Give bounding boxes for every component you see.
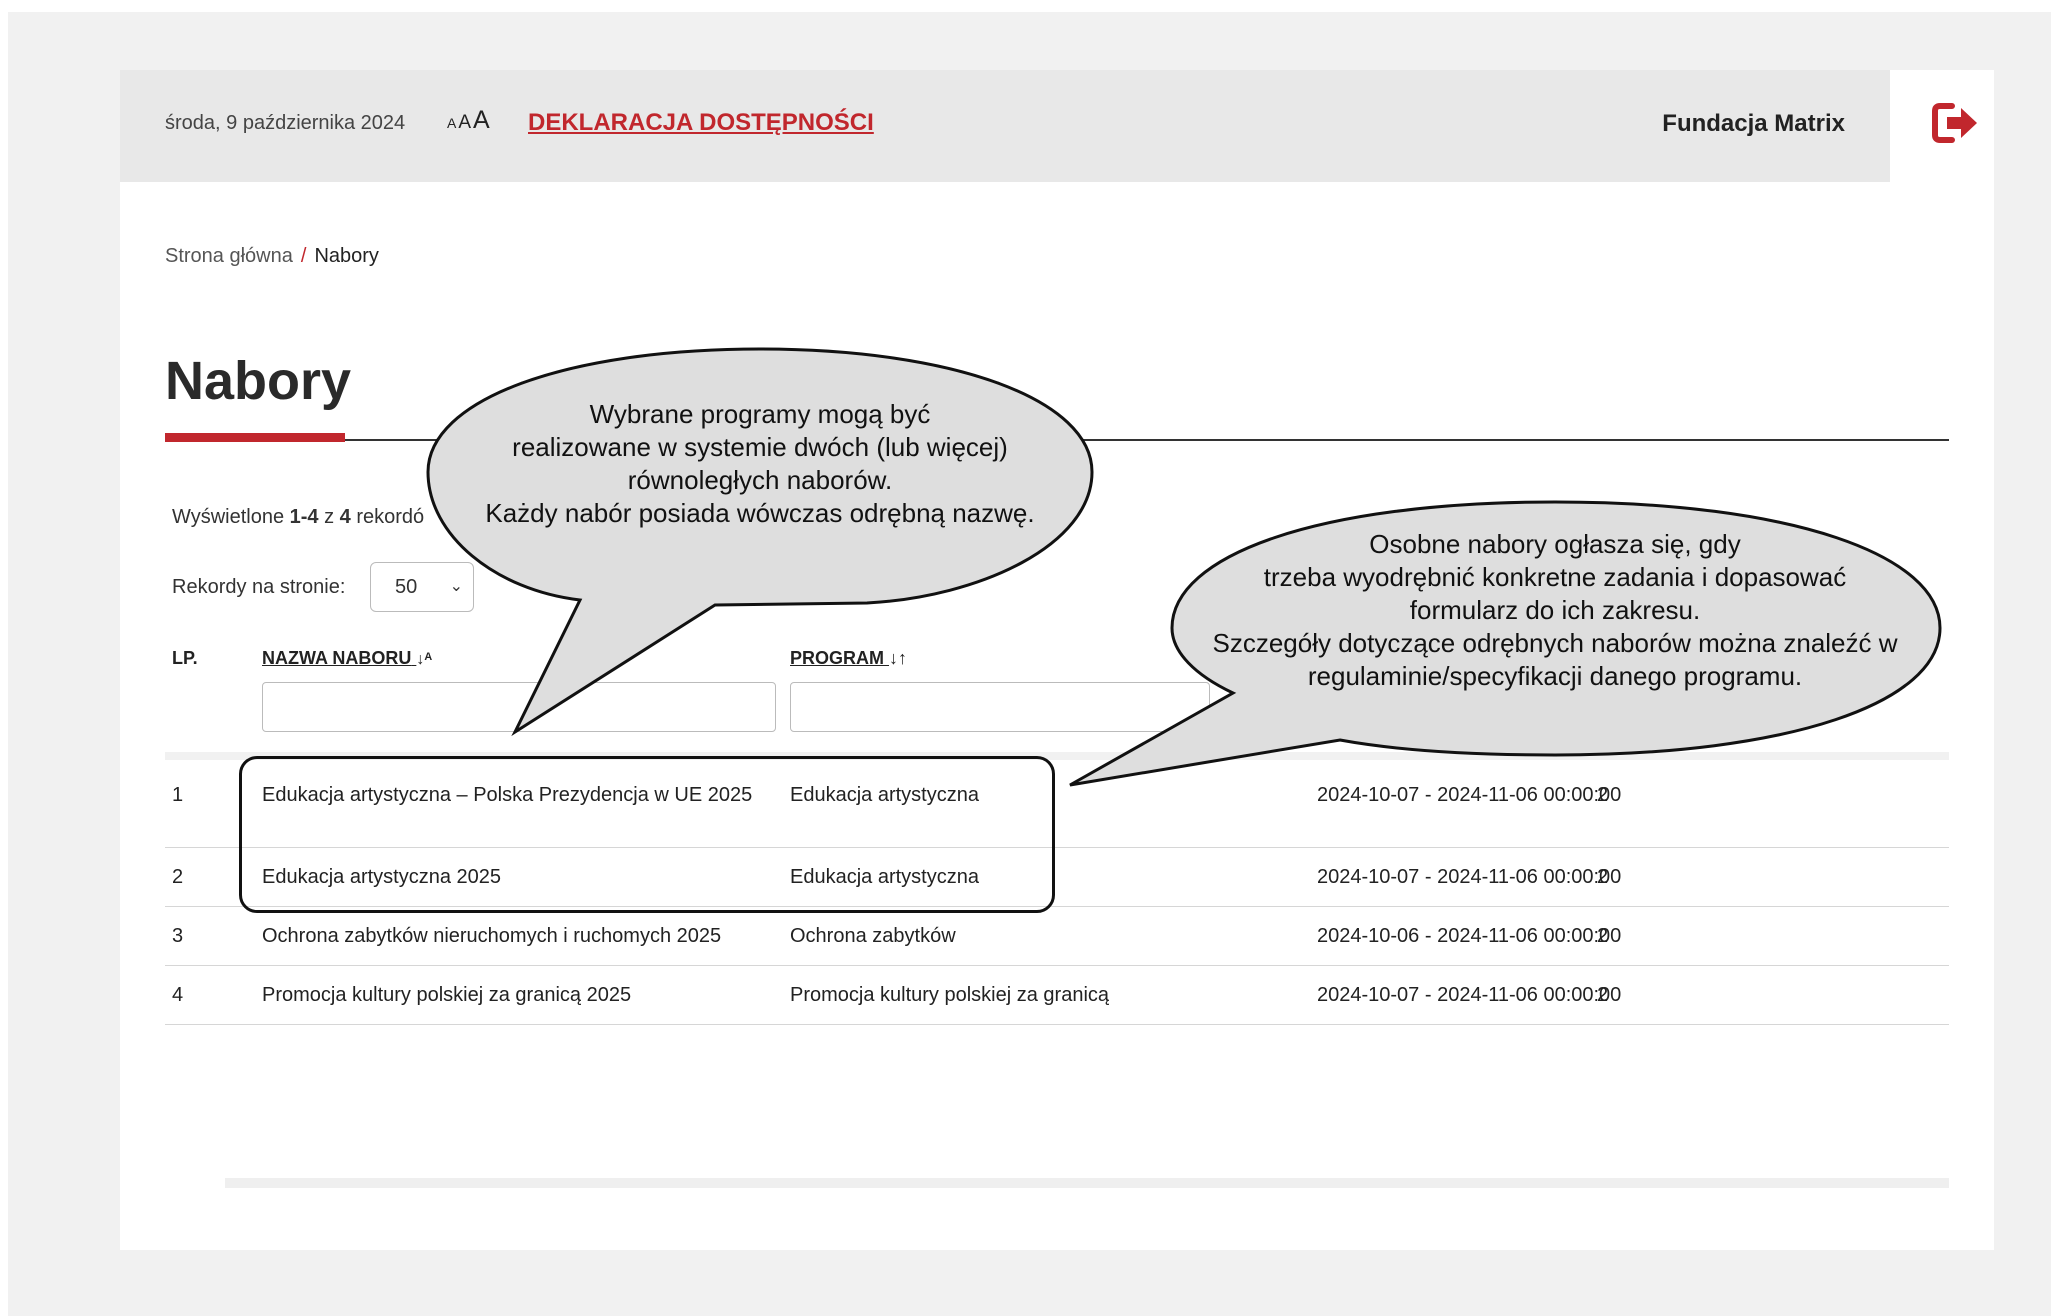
program-filter-input[interactable] — [790, 682, 1210, 732]
breadcrumb-home-link[interactable]: Strona główna — [165, 245, 293, 267]
column-header-lp: LP. — [172, 648, 198, 668]
current-date: środa, 9 października 2024 — [165, 112, 406, 134]
row-name[interactable]: Ochrona zabytków nieruchomych i ruchomyc… — [262, 921, 721, 951]
logout-icon[interactable] — [1930, 100, 1980, 146]
right-callout-text: Osobne nabory ogłasza się, gdy trzeba wy… — [1185, 528, 1925, 693]
row-name[interactable]: Promocja kultury polskiej za granicą 202… — [262, 980, 631, 1010]
per-page-label: Rekordy na stronie: — [172, 576, 346, 598]
row-dates: 2024-10-07 - 2024-11-06 00:00:00 — [1317, 866, 1622, 888]
left-callout-text: Wybrane programy mogą być realizowane w … — [445, 398, 1075, 530]
column-header-program[interactable]: PROGRAM ↓↑ — [790, 648, 907, 669]
breadcrumb-current: Nabory — [314, 245, 379, 267]
sort-icon: ↓↑ — [889, 648, 908, 668]
records-total: 4 — [339, 506, 351, 528]
left-callout-line: Wybrane programy mogą być — [589, 399, 931, 429]
row-lp: 4 — [172, 984, 184, 1006]
records-info: Wyświetlone 1-4 z 4 rekordó — [172, 506, 424, 529]
top-bar: środa, 9 października 2024 A AA DEKLARACJ… — [120, 70, 1890, 182]
table-footer-bar — [225, 1178, 1949, 1188]
font-size-large-button[interactable]: A — [473, 106, 490, 135]
right-callout-line: formularz do ich zakresu. — [1409, 595, 1701, 625]
records-suffix: rekordó — [350, 506, 425, 528]
right-callout-line: regulaminie/specyfikacji danego programu… — [1307, 661, 1803, 691]
organization-name[interactable]: Fundacja Matrix — [1662, 110, 1845, 138]
accessibility-declaration-link[interactable]: DEKLARACJA DOSTĘPNOŚCI — [528, 109, 874, 137]
records-range: 1-4 — [289, 506, 319, 528]
records-mid: z — [318, 506, 340, 528]
left-callout-line: Każdy nabór posiada wówczas odrębną nazw… — [485, 498, 1035, 528]
row-lp: 3 — [172, 925, 184, 947]
chevron-down-icon: ⌄ — [449, 578, 463, 595]
name-filter-input[interactable] — [262, 682, 776, 732]
column-header-name[interactable]: NAZWA NABORU ↓ᴬ — [262, 648, 432, 669]
per-page-select[interactable]: 50 ⌄ — [370, 562, 474, 612]
page-title: Nabory — [165, 351, 352, 411]
breadcrumb: Strona główna / Nabory — [165, 245, 379, 268]
row-count: 2 — [1597, 866, 1609, 888]
left-callout-line: realizowane w systemie dwóch (lub więcej… — [512, 432, 1008, 462]
table-row[interactable]: 3 Ochrona zabytków nieruchomych i ruchom… — [165, 907, 1949, 966]
right-callout-line: Osobne nabory ogłasza się, gdy — [1369, 529, 1741, 559]
right-callout-line: trzeba wyodrębnić konkretne zadania i do… — [1263, 562, 1847, 592]
highlight-box — [239, 756, 1055, 913]
left-callout-line: równoległych naborów. — [627, 465, 893, 495]
row-program: Ochrona zabytków — [790, 925, 956, 947]
row-dates: 2024-10-06 - 2024-11-06 00:00:00 — [1317, 925, 1622, 947]
row-count: 2 — [1597, 784, 1609, 806]
title-accent-bar — [165, 433, 345, 442]
row-lp: 1 — [172, 784, 184, 806]
row-program: Promocja kultury polskiej za granicą — [790, 984, 1110, 1006]
right-callout-line: Szczegóły dotyczące odrębnych naborów mo… — [1212, 628, 1898, 658]
font-size-small-button[interactable]: A — [447, 115, 456, 131]
records-prefix: Wyświetlone — [172, 506, 290, 528]
breadcrumb-separator: / — [300, 245, 307, 267]
row-lp: 2 — [172, 866, 184, 888]
row-count: 2 — [1597, 984, 1609, 1006]
font-size-controls: A AA — [447, 106, 492, 135]
column-header-name-label: NAZWA NABORU — [262, 648, 412, 668]
table-row[interactable]: 4 Promocja kultury polskiej za granicą 2… — [165, 966, 1949, 1025]
row-dates: 2024-10-07 - 2024-11-06 00:00:00 — [1317, 984, 1622, 1006]
row-dates: 2024-10-07 - 2024-11-06 00:00:00 — [1317, 784, 1622, 806]
sort-alpha-icon: ↓ᴬ — [416, 651, 433, 668]
per-page-value: 50 — [395, 576, 418, 598]
row-count: 2 — [1597, 925, 1609, 947]
column-header-program-label: PROGRAM — [790, 648, 884, 668]
font-size-medium-button[interactable]: A — [458, 112, 471, 134]
